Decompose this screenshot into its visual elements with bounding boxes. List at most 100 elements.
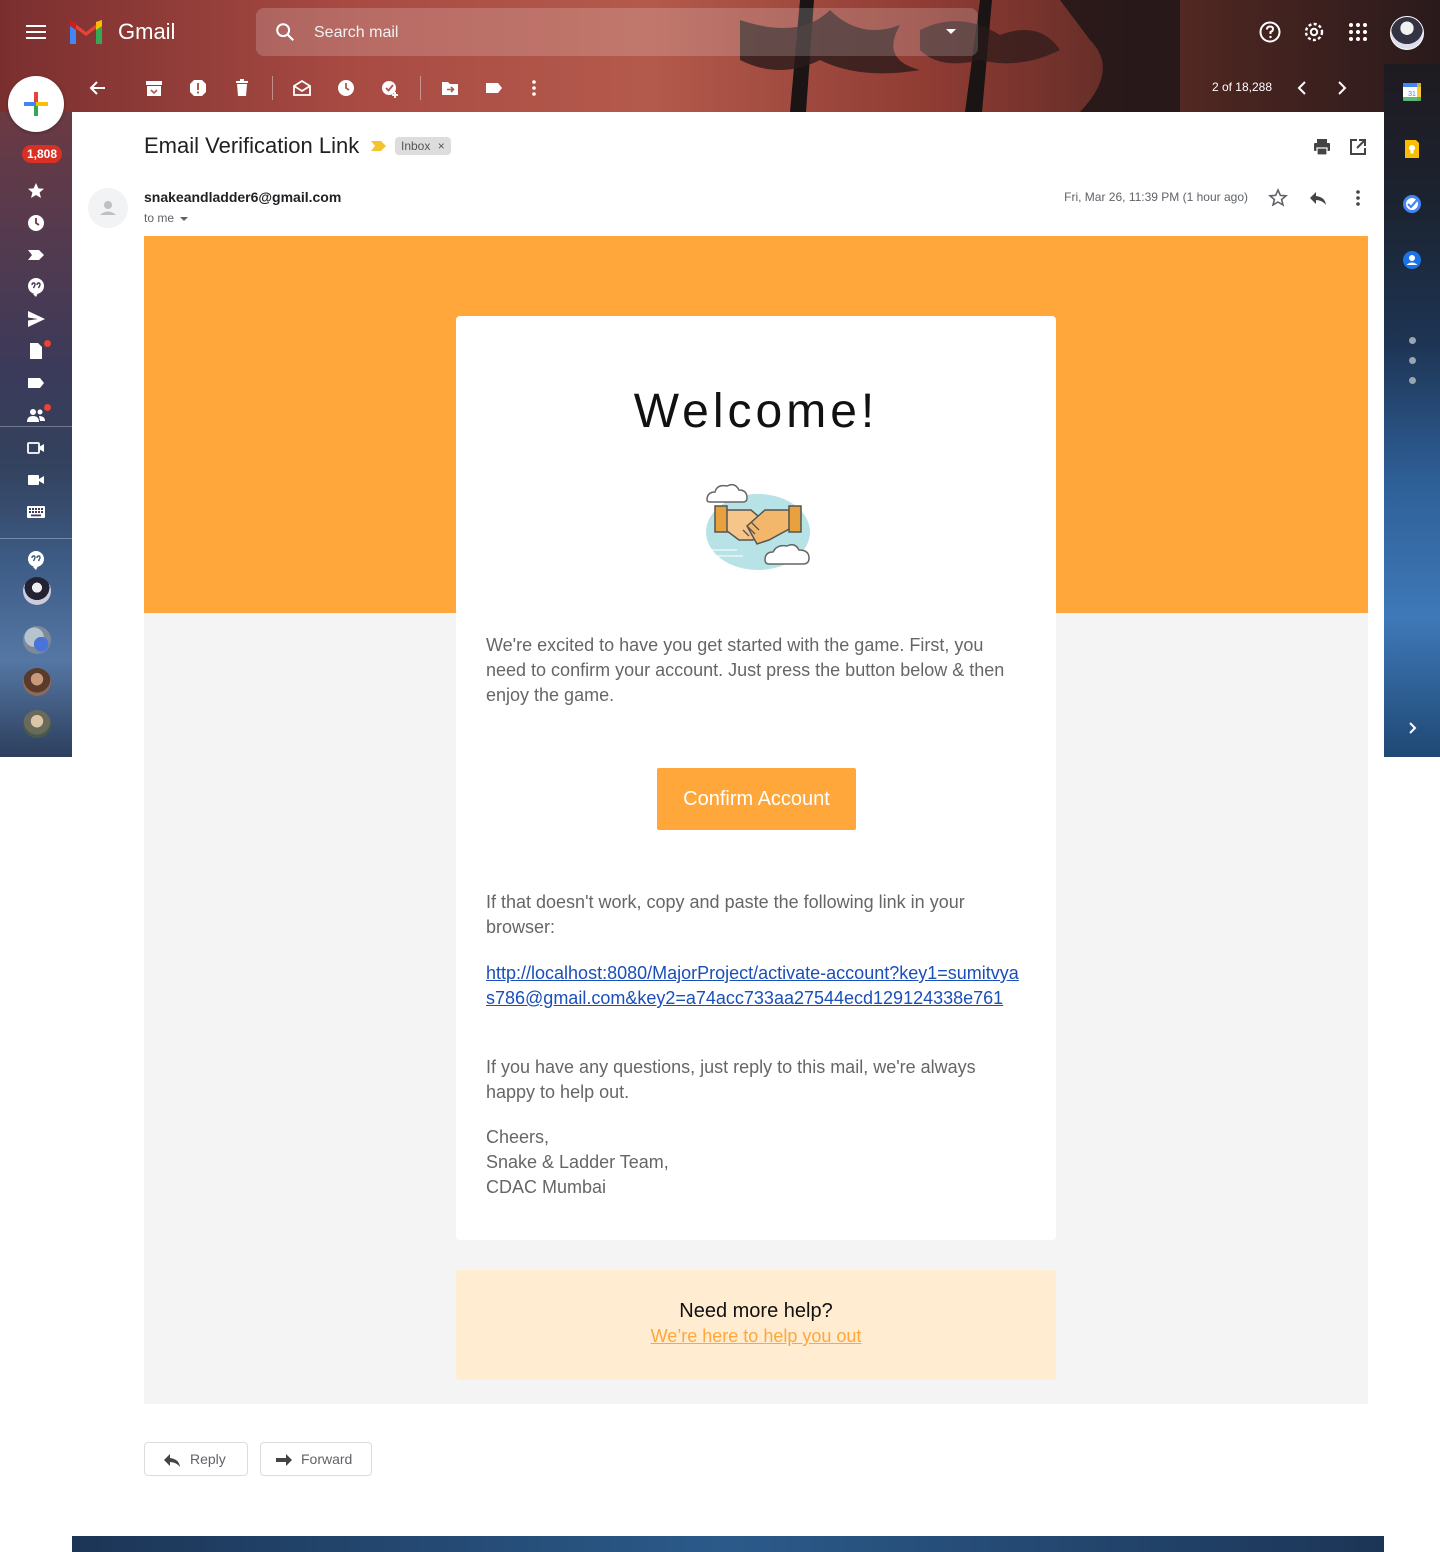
pagination-count: 2 of 18,288 [1211, 80, 1272, 94]
open-in-new-window-icon[interactable] [1348, 137, 1368, 157]
top-app-bar: Gmail [0, 0, 1440, 64]
addon-placeholder-dot [1409, 337, 1416, 344]
tasks-check-icon[interactable] [1402, 194, 1422, 214]
confirm-account-button[interactable]: Confirm Account [657, 768, 856, 830]
more-options-vertical-icon[interactable] [1348, 188, 1368, 208]
search-bar [256, 8, 978, 56]
app-name: Gmail [118, 19, 176, 44]
email-welcome-card: Welcome! We're excited to have you get s… [456, 316, 1056, 1240]
inbox-label-text: Inbox [401, 139, 431, 153]
sender-avatar[interactable] [88, 188, 128, 228]
email-body: Welcome! We're excited to have you get s… [144, 236, 1368, 1404]
intro-paragraph: We're excited to have you get started wi… [486, 635, 1005, 705]
newer-chevron-left-icon[interactable] [1292, 78, 1312, 98]
toolbar-divider [272, 76, 273, 100]
nav-divider [0, 538, 72, 539]
gmail-logo-icon [70, 20, 102, 44]
important-marker-icon[interactable] [371, 139, 387, 153]
activation-link[interactable]: http://localhost:8080/MajorProject/activ… [486, 961, 1026, 1011]
inbox-label-chip[interactable]: Inbox × [395, 137, 451, 155]
remove-label-close-icon[interactable]: × [438, 139, 445, 153]
drafts-document-icon[interactable] [26, 341, 46, 361]
search-icon[interactable] [274, 21, 296, 43]
forward-button[interactable]: Forward [260, 1442, 372, 1476]
reply-arrow-icon [164, 1454, 180, 1467]
star-outline-icon[interactable] [1268, 188, 1288, 208]
signoff-line: Cheers, [486, 1127, 550, 1147]
sent-send-icon[interactable] [26, 309, 46, 329]
help-title: Need more help? [679, 1300, 833, 1322]
signoff-block: Cheers, Snake & Ladder Team, CDAC Mumbai [486, 1125, 1026, 1200]
search-input[interactable] [312, 20, 916, 46]
fallback-paragraph: If that doesn't work, copy and paste the… [486, 892, 965, 937]
help-icon[interactable] [1258, 20, 1282, 44]
mark-unread-icon[interactable] [292, 78, 312, 98]
add-to-tasks-icon[interactable] [380, 78, 400, 98]
nav-divider [0, 426, 72, 427]
archive-icon[interactable] [144, 78, 164, 98]
left-rail-background [0, 112, 72, 757]
print-icon[interactable] [1312, 137, 1332, 157]
questions-paragraph: If you have any questions, just reply to… [486, 1057, 976, 1102]
hangouts-contact-avatar[interactable] [23, 668, 51, 696]
main-menu-icon[interactable] [26, 22, 46, 42]
calendar-icon[interactable]: 31 [1402, 82, 1422, 102]
google-apps-grid-icon[interactable] [1346, 20, 1370, 44]
label-tag-icon[interactable] [484, 78, 504, 98]
svg-text:31: 31 [1408, 91, 1416, 98]
recipient-text: to me [144, 211, 175, 225]
help-box: Need more help? We’re here to help you o… [456, 1270, 1056, 1380]
forward-label: Forward [301, 1451, 353, 1467]
older-chevron-right-icon[interactable] [1332, 78, 1352, 98]
keep-notes-icon[interactable] [1402, 139, 1422, 159]
hangouts-contact-avatar[interactable] [23, 577, 51, 605]
forward-arrow-icon [276, 1454, 292, 1466]
search-options-chevron-down-icon[interactable] [946, 29, 956, 34]
message-date: Fri, Mar 26, 11:39 PM (1 hour ago) [1064, 190, 1248, 204]
snooze-clock-icon[interactable] [336, 78, 356, 98]
compose-button[interactable] [8, 76, 64, 132]
chevron-down-icon [180, 216, 189, 221]
snoozed-clock-icon[interactable] [26, 213, 46, 233]
reply-button[interactable]: Reply [144, 1442, 248, 1476]
addon-placeholder-dot [1409, 357, 1416, 364]
join-meeting-keyboard-icon[interactable] [26, 502, 46, 522]
signoff-line: CDAC Mumbai [486, 1177, 607, 1197]
social-notification-dot [44, 404, 51, 411]
report-spam-icon[interactable] [188, 78, 208, 98]
move-to-folder-icon[interactable] [440, 78, 460, 98]
important-marker-icon[interactable] [26, 245, 46, 265]
signoff-line: Snake & Ladder Team, [486, 1152, 669, 1172]
hangouts-contact-avatar[interactable] [23, 710, 51, 738]
email-subject: Email Verification Link [144, 133, 360, 158]
handshake-illustration [706, 483, 810, 570]
social-people-icon[interactable] [26, 405, 46, 425]
help-link[interactable]: We’re here to help you out [456, 1326, 1056, 1347]
back-arrow-icon[interactable] [88, 78, 108, 98]
show-side-panel-chevron-right-icon[interactable] [1402, 718, 1422, 738]
label-tag-icon[interactable] [26, 373, 46, 393]
meet-new-meeting-video-icon[interactable] [26, 438, 46, 458]
starred-star-icon[interactable] [26, 181, 46, 201]
right-rail-background [1384, 64, 1440, 757]
hangouts-chat-icon[interactable] [26, 550, 46, 570]
reply-label: Reply [190, 1451, 226, 1467]
addon-placeholder-dot [1409, 377, 1416, 384]
drafts-notification-dot [44, 340, 51, 347]
hangouts-contact-avatar[interactable] [23, 626, 51, 654]
meet-my-meetings-video-icon[interactable] [26, 470, 46, 490]
more-options-vertical-icon[interactable] [524, 78, 544, 98]
default-person-icon [100, 201, 116, 215]
delete-trash-icon[interactable] [232, 78, 252, 98]
email-heading: Welcome! [633, 385, 879, 438]
contacts-person-icon[interactable] [1402, 250, 1422, 270]
inbox-unread-badge: 1,808 [22, 145, 63, 163]
toolbar-divider [420, 76, 421, 100]
recipient-details-toggle[interactable]: to me [144, 211, 189, 225]
account-avatar[interactable] [1390, 16, 1424, 50]
bottom-background [72, 1536, 1384, 1552]
sender-address[interactable]: snakeandladder6@gmail.com [144, 189, 341, 205]
reply-arrow-icon[interactable] [1308, 188, 1328, 208]
settings-gear-icon[interactable] [1302, 20, 1326, 44]
chats-bubble-icon[interactable] [26, 277, 46, 297]
